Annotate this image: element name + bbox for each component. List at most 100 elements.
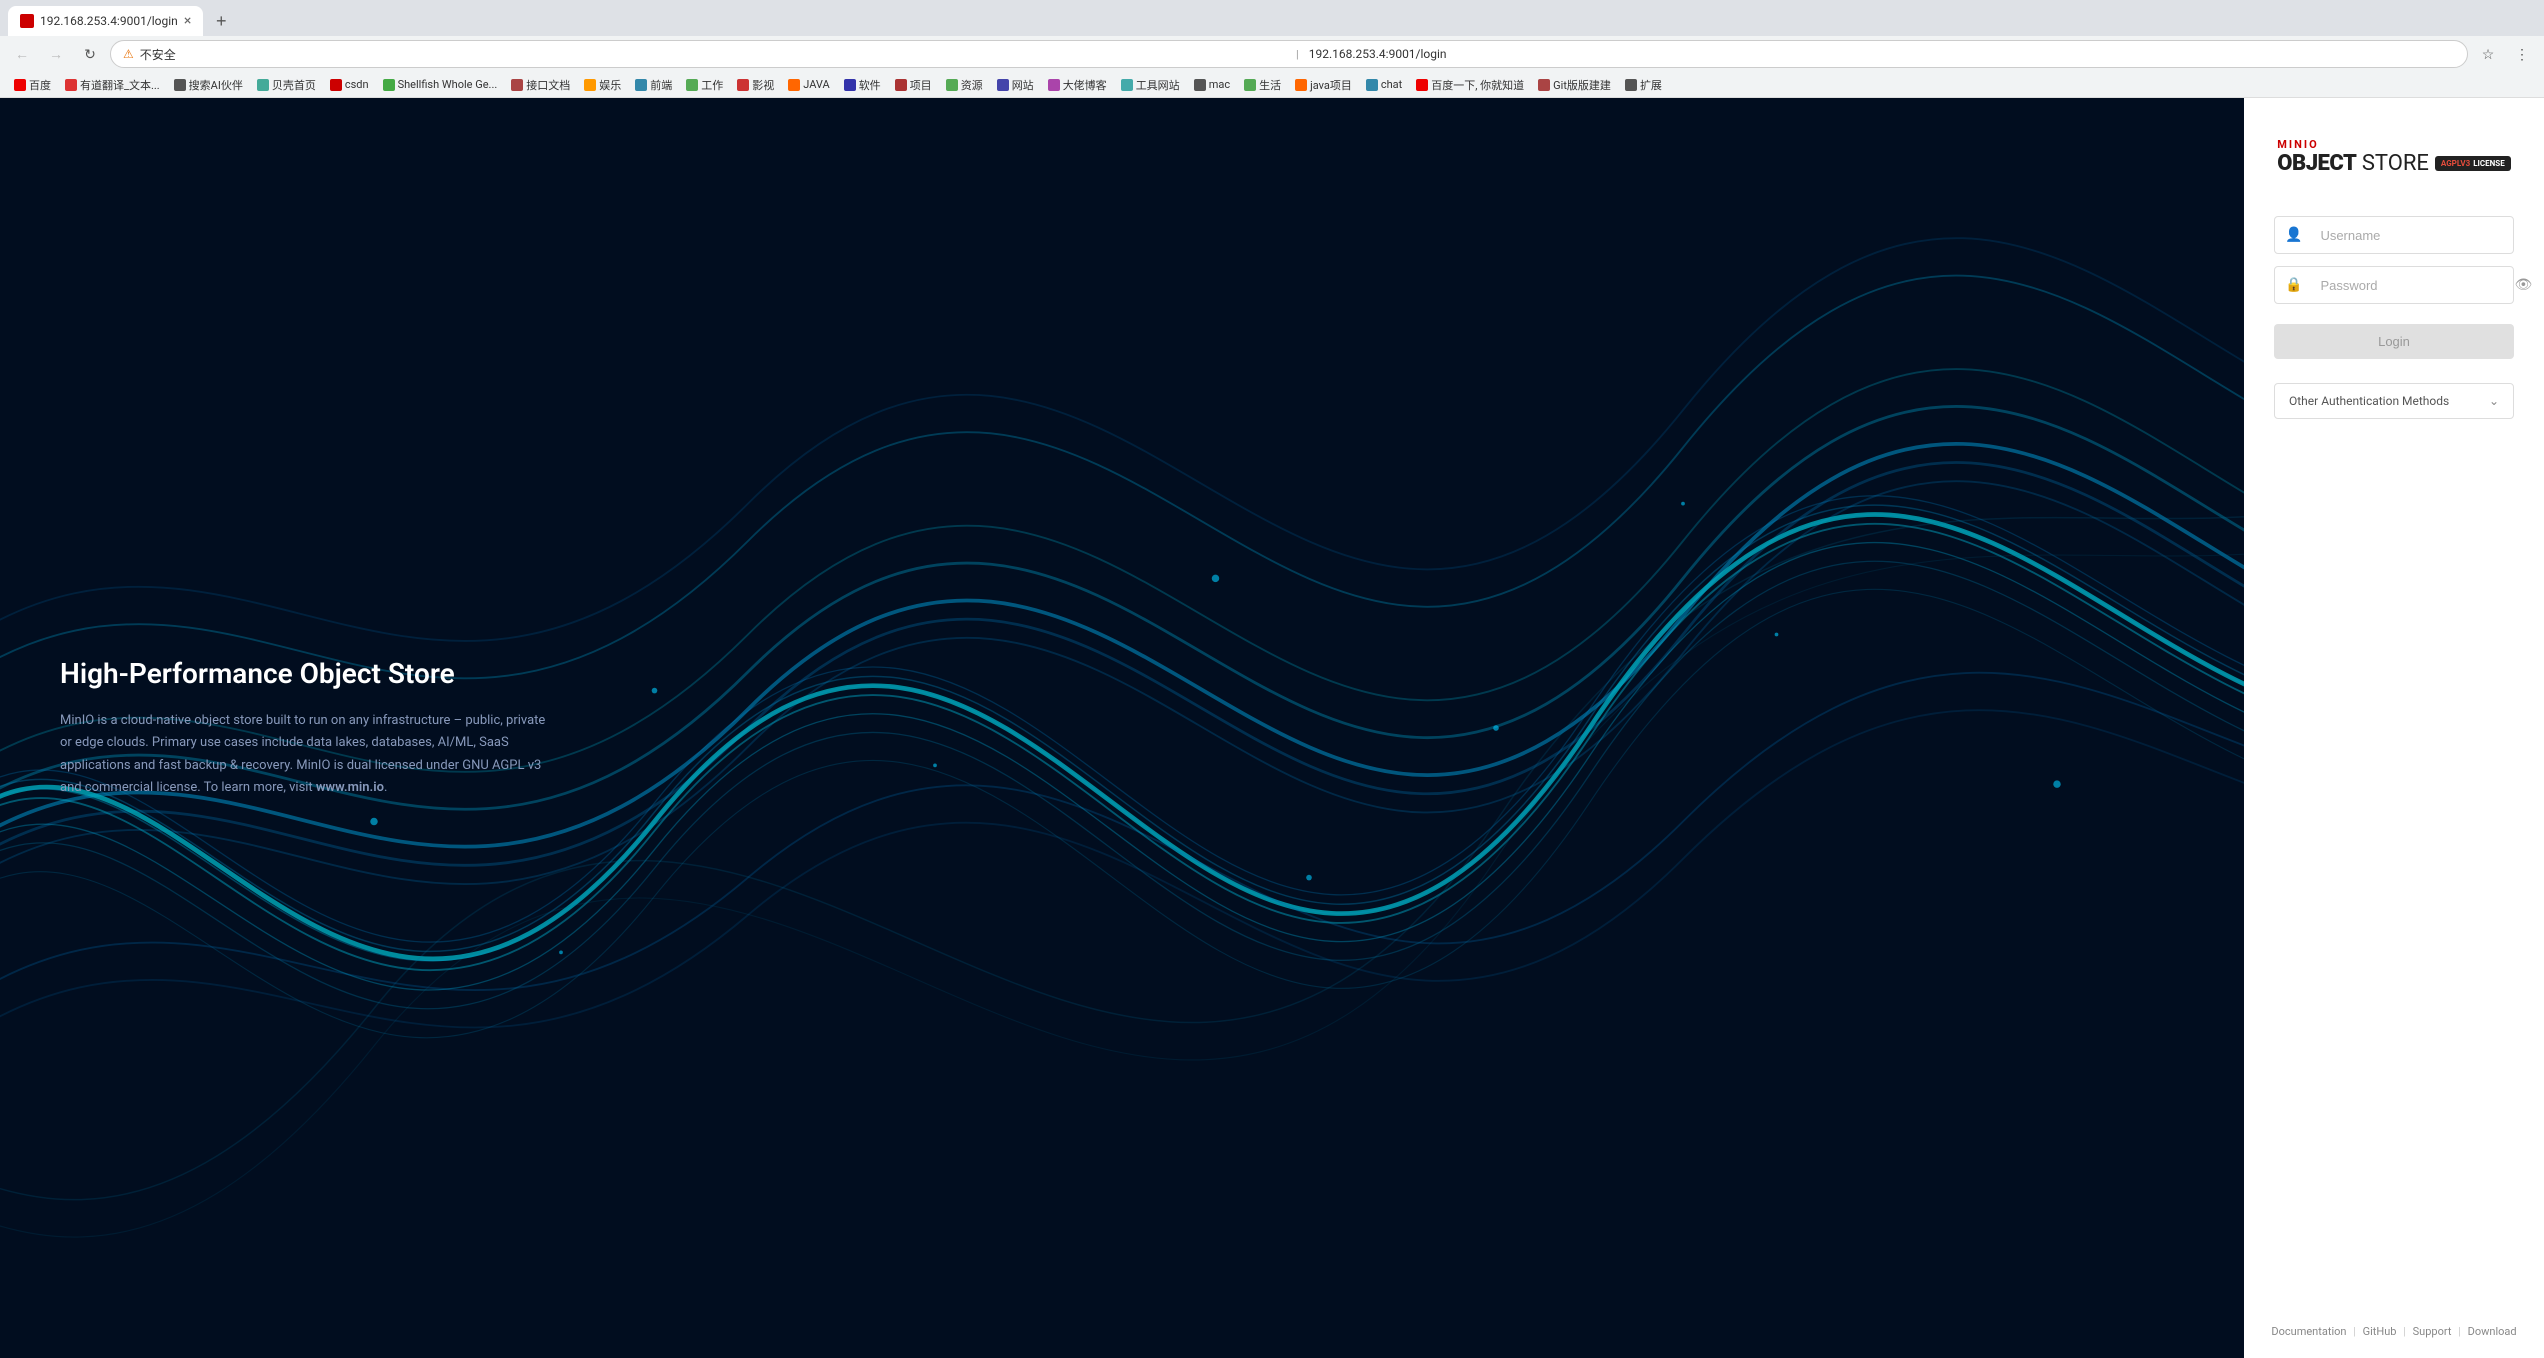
- bookmark-blog[interactable]: 大佬博客: [1042, 75, 1113, 95]
- bookmark-java[interactable]: JAVA: [782, 76, 835, 93]
- bookmark-baidu-search[interactable]: 百度一下, 你就知道: [1410, 75, 1530, 95]
- license-badge: AGPLV3 LICENSE: [2435, 156, 2511, 171]
- bookmark-favicon: [895, 79, 907, 91]
- active-tab[interactable]: 192.168.253.4:9001/login ×: [8, 6, 203, 36]
- password-group: 🔒 👁: [2274, 266, 2514, 304]
- security-icon: ⚠: [123, 47, 134, 61]
- bookmark-favicon: [1048, 79, 1060, 91]
- address-text: 不安全: [140, 46, 1286, 63]
- bookmark-favicon: [584, 79, 596, 91]
- footer-links: Documentation | GitHub | Support | Downl…: [2271, 1325, 2516, 1338]
- bookmark-favicon: [997, 79, 1009, 91]
- bookmark-extensions[interactable]: 扩展: [1619, 75, 1668, 95]
- tab-favicon: [20, 14, 34, 28]
- bookmarks-bar: 百度 有道翻译_文本... 搜索AI伙伴 贝壳首页 csdn Shellfish…: [0, 72, 2544, 98]
- bookmark-software[interactable]: 软件: [838, 75, 887, 95]
- bookmark-favicon: [511, 79, 523, 91]
- github-link[interactable]: GitHub: [2363, 1325, 2397, 1338]
- bookmark-java-project[interactable]: java项目: [1289, 75, 1358, 95]
- bookmark-favicon: [1538, 79, 1550, 91]
- bookmark-api[interactable]: 接口文档: [505, 75, 576, 95]
- logo-bottom: OBJECT STORE AGPLV3 LICENSE: [2277, 151, 2510, 176]
- hero-content: High-Performance Object Store MinIO is a…: [60, 657, 560, 798]
- bookmark-entertainment[interactable]: 娱乐: [578, 75, 627, 95]
- logo-text: OBJECT STORE: [2277, 151, 2429, 176]
- bookmark-favicon: [65, 79, 77, 91]
- bookmark-tools[interactable]: 工具网站: [1115, 75, 1186, 95]
- bookmark-favicon: [1625, 79, 1637, 91]
- hero-title: High-Performance Object Store: [60, 657, 560, 690]
- bookmark-favicon: [635, 79, 647, 91]
- back-button[interactable]: ←: [8, 40, 36, 68]
- bookmark-project[interactable]: 项目: [889, 75, 938, 95]
- new-tab-button[interactable]: +: [207, 7, 235, 35]
- bookmark-csdn[interactable]: csdn: [324, 76, 375, 93]
- url-text: 192.168.253.4:9001/login: [1309, 47, 2455, 61]
- bookmark-git[interactable]: Git版版建建: [1532, 75, 1617, 95]
- bookmark-beike[interactable]: 贝壳首页: [251, 75, 322, 95]
- minio-link[interactable]: www.min.io: [316, 780, 384, 795]
- logo-top-text: MINIO: [2277, 138, 2510, 151]
- navigation-bar: ← → ↻ ⚠ 不安全 | 192.168.253.4:9001/login ☆…: [0, 36, 2544, 72]
- other-auth-label: Other Authentication Methods: [2289, 394, 2449, 408]
- bookmark-resources[interactable]: 资源: [940, 75, 989, 95]
- bookmark-favicon: [174, 79, 186, 91]
- lock-icon: 🔒: [2275, 267, 2312, 303]
- support-link[interactable]: Support: [2413, 1325, 2452, 1338]
- bookmark-baidu[interactable]: 百度: [8, 75, 57, 95]
- documentation-link[interactable]: Documentation: [2271, 1325, 2346, 1338]
- username-group: 👤: [2274, 216, 2514, 254]
- bookmark-button[interactable]: ☆: [2474, 40, 2502, 68]
- bookmark-favicon: [946, 79, 958, 91]
- browser-chrome: 192.168.253.4:9001/login × + ← → ↻ ⚠ 不安全…: [0, 0, 2544, 98]
- object-text: OBJECT: [2277, 151, 2356, 176]
- bookmark-website[interactable]: 网站: [991, 75, 1040, 95]
- hero-description: MinIO is a cloud-native object store bui…: [60, 710, 560, 798]
- bookmark-favicon: [1121, 79, 1133, 91]
- bookmark-mac[interactable]: mac: [1188, 76, 1236, 93]
- bookmark-favicon: [788, 79, 800, 91]
- password-input[interactable]: [2312, 268, 2504, 303]
- bookmark-favicon: [1366, 79, 1378, 91]
- user-icon: 👤: [2275, 217, 2312, 253]
- bookmark-video[interactable]: 影视: [731, 75, 780, 95]
- bookmark-ai[interactable]: 搜索AI伙伴: [168, 75, 249, 95]
- bookmark-favicon: [686, 79, 698, 91]
- hero-panel: High-Performance Object Store MinIO is a…: [0, 98, 2244, 1358]
- login-form: 👤 🔒 👁 Login: [2274, 216, 2514, 359]
- bookmark-chat[interactable]: chat: [1360, 76, 1408, 93]
- bookmark-favicon: [14, 79, 26, 91]
- bookmark-favicon: [1295, 79, 1307, 91]
- other-auth-dropdown[interactable]: Other Authentication Methods ⌄: [2274, 383, 2514, 419]
- bookmark-favicon: [383, 79, 395, 91]
- bookmark-youdao[interactable]: 有道翻译_文本...: [59, 75, 166, 95]
- download-link[interactable]: Download: [2468, 1325, 2517, 1338]
- bookmark-favicon: [844, 79, 856, 91]
- tab-close-button[interactable]: ×: [184, 13, 191, 29]
- login-button[interactable]: Login: [2274, 324, 2514, 359]
- username-input[interactable]: [2312, 218, 2513, 253]
- store-text: STORE: [2356, 151, 2429, 176]
- bookmark-favicon: [1194, 79, 1206, 91]
- bookmark-work[interactable]: 工作: [680, 75, 729, 95]
- bookmark-favicon: [1244, 79, 1256, 91]
- minio-logo: MINIO OBJECT STORE AGPLV3 LICENSE: [2277, 138, 2510, 176]
- bookmark-favicon: [737, 79, 749, 91]
- bookmark-shellfish[interactable]: Shellfish Whole Ge...: [377, 76, 504, 93]
- chevron-down-icon: ⌄: [2489, 394, 2499, 408]
- agpl-text: AGPLV3: [2441, 159, 2470, 168]
- reload-button[interactable]: ↻: [76, 40, 104, 68]
- bookmark-favicon: [257, 79, 269, 91]
- license-text: LICENSE: [2473, 159, 2504, 168]
- forward-button[interactable]: →: [42, 40, 70, 68]
- bookmark-favicon: [1416, 79, 1428, 91]
- bookmark-life[interactable]: 生活: [1238, 75, 1287, 95]
- address-bar[interactable]: ⚠ 不安全 | 192.168.253.4:9001/login: [110, 40, 2468, 68]
- page-wrapper: High-Performance Object Store MinIO is a…: [0, 98, 2544, 1358]
- tab-label: 192.168.253.4:9001/login: [40, 14, 178, 28]
- toggle-password-icon[interactable]: 👁: [2504, 267, 2542, 303]
- bookmark-frontend[interactable]: 前端: [629, 75, 678, 95]
- menu-button[interactable]: ⋮: [2508, 40, 2536, 68]
- tab-bar: 192.168.253.4:9001/login × +: [0, 0, 2544, 36]
- login-panel: MINIO OBJECT STORE AGPLV3 LICENSE 👤 🔒 �: [2244, 98, 2544, 1358]
